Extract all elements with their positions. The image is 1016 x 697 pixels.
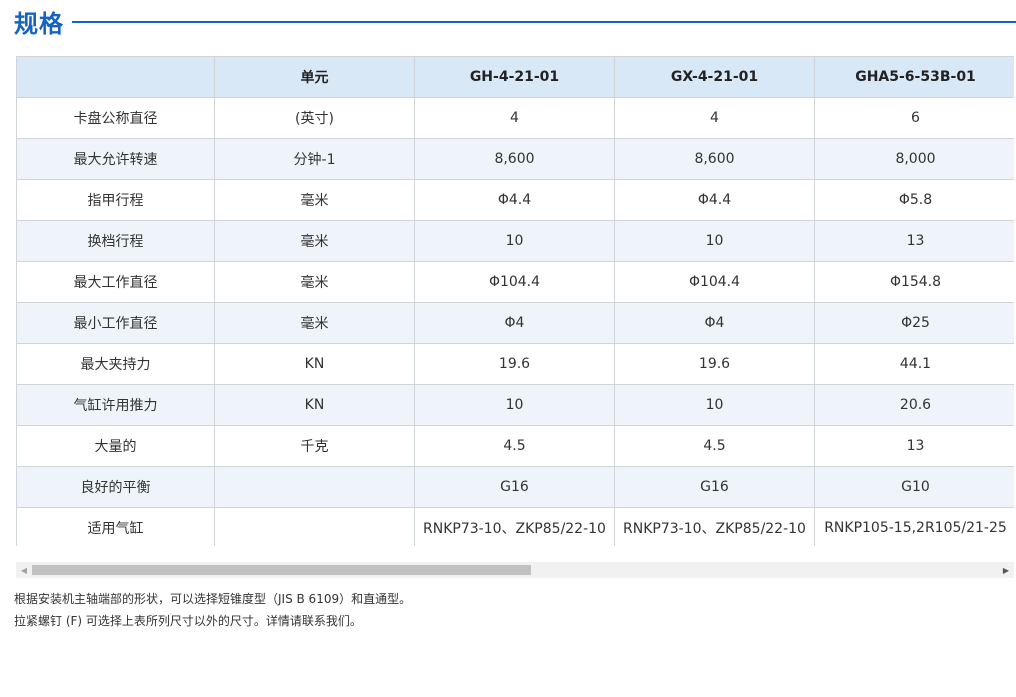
row-value: 4.5 <box>414 425 615 467</box>
row-value: 6 <box>814 97 1014 139</box>
section-title-rule <box>72 21 1016 23</box>
row-value: 10 <box>614 220 815 262</box>
horizontal-scrollbar[interactable]: ◀ ▶ <box>16 562 1014 578</box>
row-value: 8,600 <box>414 138 615 180</box>
row-label: 卡盘公称直径 <box>16 97 215 139</box>
row-value: 8,000 <box>814 138 1014 180</box>
table-header-row: 单元 GH-4-21-01 GX-4-21-01 GHA5-6-53B-01 <box>16 56 1014 98</box>
spec-table: 单元 GH-4-21-01 GX-4-21-01 GHA5-6-53B-01 卡… <box>16 56 1014 546</box>
table-row: 最大夹持力 KN 19.6 19.6 44.1 <box>16 343 1014 385</box>
footnotes: 根据安装机主轴端部的形状，可以选择短锥度型（JIS B 6109）和直通型。 拉… <box>14 588 1004 632</box>
row-label: 最大夹持力 <box>16 343 215 385</box>
row-label: 换档行程 <box>16 220 215 262</box>
row-value: G16 <box>414 466 615 508</box>
row-value: 19.6 <box>414 343 615 385</box>
row-value: 13 <box>814 425 1014 467</box>
row-value: 20.6 <box>814 384 1014 426</box>
row-value: Φ4 <box>614 302 815 344</box>
row-value: RNKP73-10、ZKP85/22-10 <box>414 507 615 546</box>
row-unit: 毫米 <box>214 179 415 221</box>
row-value: G16 <box>614 466 815 508</box>
row-value: Φ4 <box>414 302 615 344</box>
row-value: 44.1 <box>814 343 1014 385</box>
section-title: 规格 <box>14 9 64 38</box>
row-label: 最大允许转速 <box>16 138 215 180</box>
scrollbar-thumb[interactable] <box>32 565 531 575</box>
table-row: 指甲行程 毫米 Φ4.4 Φ4.4 Φ5.8 <box>16 179 1014 221</box>
row-unit: (英寸) <box>214 97 415 139</box>
row-value: G10 <box>814 466 1014 508</box>
header-cell-model: GH-4-21-01 <box>414 56 615 98</box>
row-value: Φ104.4 <box>614 261 815 303</box>
row-value: 10 <box>614 384 815 426</box>
row-unit: KN <box>214 343 415 385</box>
row-value: 13 <box>814 220 1014 262</box>
row-label: 最小工作直径 <box>16 302 215 344</box>
row-value: 4 <box>614 97 815 139</box>
row-value: Φ5.8 <box>814 179 1014 221</box>
scroll-right-arrow-icon[interactable]: ▶ <box>998 562 1014 578</box>
row-value: 4 <box>414 97 615 139</box>
row-unit: KN <box>214 384 415 426</box>
row-label: 最大工作直径 <box>16 261 215 303</box>
spec-table-container[interactable]: 单元 GH-4-21-01 GX-4-21-01 GHA5-6-53B-01 卡… <box>16 56 1014 546</box>
footnote-shank-type: 根据安装机主轴端部的形状，可以选择短锥度型（JIS B 6109）和直通型。 <box>14 592 412 606</box>
header-cell-unit: 单元 <box>214 56 415 98</box>
header-cell-model: GHA5-6-53B-01 <box>814 56 1014 98</box>
table-row: 良好的平衡 G16 G16 G10 <box>16 466 1014 508</box>
row-value: 8,600 <box>614 138 815 180</box>
row-value: 10 <box>414 220 615 262</box>
row-value: 19.6 <box>614 343 815 385</box>
section-header: 规格 <box>14 4 1016 38</box>
row-unit: 毫米 <box>214 261 415 303</box>
row-value: Φ154.8 <box>814 261 1014 303</box>
table-row: 换档行程 毫米 10 10 13 <box>16 220 1014 262</box>
row-value: RNKP105-15,2R105/21-25 <box>814 507 1014 546</box>
row-value: Φ4.4 <box>614 179 815 221</box>
table-row: 卡盘公称直径 (英寸) 4 4 6 <box>16 97 1014 139</box>
table-row: 适用气缸 RNKP73-10、ZKP85/22-10 RNKP73-10、ZKP… <box>16 507 1014 546</box>
row-value: Φ25 <box>814 302 1014 344</box>
row-unit <box>214 507 415 546</box>
table-row: 最小工作直径 毫米 Φ4 Φ4 Φ25 <box>16 302 1014 344</box>
row-label: 良好的平衡 <box>16 466 215 508</box>
row-label: 指甲行程 <box>16 179 215 221</box>
footnote-draw-screw: 拉紧螺钉 (F) 可选择上表所列尺寸以外的尺寸。详情请联系我们。 <box>14 614 362 628</box>
row-label: 大量的 <box>16 425 215 467</box>
row-unit: 毫米 <box>214 302 415 344</box>
row-value: RNKP73-10、ZKP85/22-10 <box>614 507 815 546</box>
row-unit <box>214 466 415 508</box>
row-label: 适用气缸 <box>16 507 215 546</box>
table-row: 气缸许用推力 KN 10 10 20.6 <box>16 384 1014 426</box>
row-unit: 毫米 <box>214 220 415 262</box>
row-unit: 分钟-1 <box>214 138 415 180</box>
row-value: 4.5 <box>614 425 815 467</box>
row-value: 10 <box>414 384 615 426</box>
table-row: 大量的 千克 4.5 4.5 13 <box>16 425 1014 467</box>
header-cell-item <box>16 56 215 98</box>
scroll-left-arrow-icon[interactable]: ◀ <box>16 562 32 578</box>
header-cell-model: GX-4-21-01 <box>614 56 815 98</box>
row-value: Φ104.4 <box>414 261 615 303</box>
row-label: 气缸许用推力 <box>16 384 215 426</box>
row-unit: 千克 <box>214 425 415 467</box>
row-value: Φ4.4 <box>414 179 615 221</box>
table-row: 最大工作直径 毫米 Φ104.4 Φ104.4 Φ154.8 <box>16 261 1014 303</box>
table-row: 最大允许转速 分钟-1 8,600 8,600 8,000 <box>16 138 1014 180</box>
